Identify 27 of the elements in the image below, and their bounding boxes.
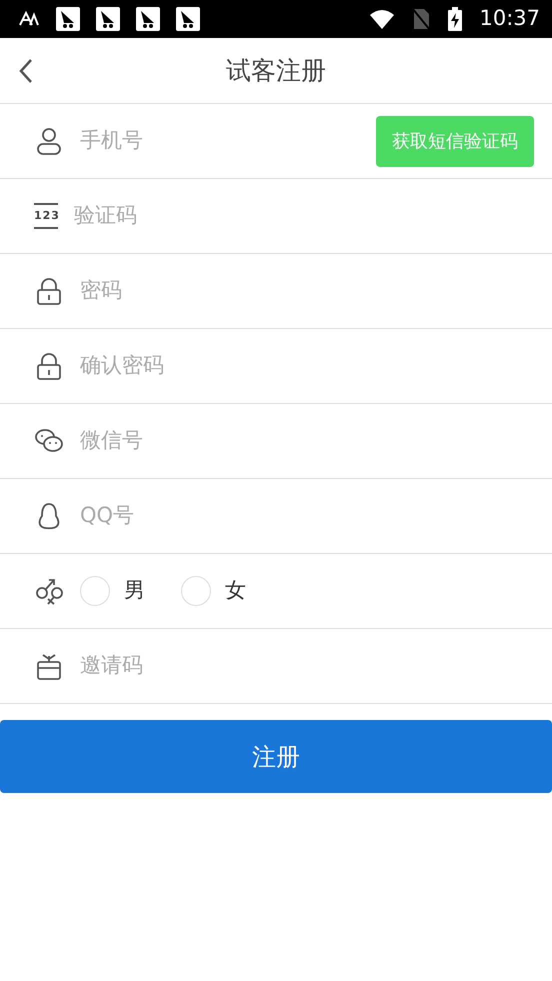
notification-icon bbox=[56, 7, 80, 31]
register-button[interactable]: 注册 bbox=[0, 720, 552, 793]
input-field[interactable]: 密码 bbox=[80, 275, 260, 307]
input-field[interactable]: 确认密码 bbox=[80, 350, 260, 382]
no-sim-icon bbox=[411, 7, 432, 31]
notification-icon bbox=[136, 7, 160, 31]
input-field[interactable]: 验证码 bbox=[74, 200, 254, 232]
back-icon bbox=[18, 58, 34, 84]
notification-icon bbox=[96, 7, 120, 31]
input-field[interactable]: QQ号 bbox=[80, 500, 260, 532]
lock-icon bbox=[34, 351, 64, 381]
input-field[interactable]: 微信号 bbox=[80, 425, 260, 457]
radio-label: 男 bbox=[124, 577, 145, 604]
notification-icon bbox=[176, 7, 200, 31]
gender-symbols-icon bbox=[34, 576, 64, 606]
input-field[interactable]: 邀请码 bbox=[80, 650, 260, 682]
person-icon bbox=[34, 126, 64, 156]
wifi-icon bbox=[369, 9, 396, 29]
page-title: 试客注册 bbox=[226, 54, 326, 87]
radio-button[interactable] bbox=[80, 576, 110, 606]
lock-icon bbox=[34, 276, 64, 306]
radio-label: 女 bbox=[225, 577, 246, 604]
radio-button[interactable] bbox=[181, 576, 211, 606]
phone-field[interactable]: 手机号 bbox=[80, 125, 260, 157]
battery-icon bbox=[447, 7, 464, 31]
font-icon bbox=[18, 11, 40, 27]
clock-time: 10:37 bbox=[479, 5, 540, 32]
